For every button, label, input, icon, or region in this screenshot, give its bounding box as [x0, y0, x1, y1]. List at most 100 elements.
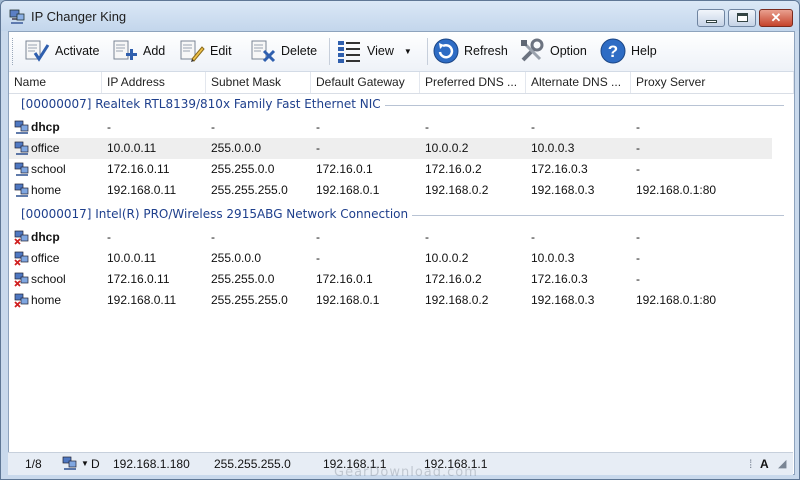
table-row[interactable]: dhcp - - - - - - [9, 227, 772, 248]
view-button[interactable]: View ▼ [335, 34, 412, 68]
adapter-name: [00000007] Realtek RTL8139/810x Family F… [21, 97, 385, 111]
help-button[interactable]: ? Help [599, 34, 657, 68]
column-subnet-mask[interactable]: Subnet Mask [206, 72, 311, 93]
preferred-dns: 172.16.0.2 [425, 272, 482, 286]
toolbar-separator [329, 38, 330, 65]
profile-position: 1/8 [25, 457, 42, 471]
subnet-mask: 255.255.255.0 [211, 293, 288, 307]
option-button[interactable]: Option [518, 34, 587, 68]
preferred-dns: - [425, 230, 429, 244]
font-size-button[interactable]: A [760, 457, 769, 471]
toolbar-grip[interactable] [12, 38, 16, 65]
toolbar-separator [427, 38, 428, 65]
status-bar: 1/8 ▼ D 192.168.1.180 255.255.255.0 192.… [8, 452, 793, 479]
default-gateway: - [316, 141, 320, 155]
disconnected-network-icon [14, 293, 29, 308]
adapter-name: [00000017] Intel(R) PRO/Wireless 2915ABG… [21, 207, 413, 221]
add-label: Add [143, 44, 166, 58]
adapter-group-header[interactable]: [00000017] Intel(R) PRO/Wireless 2915ABG… [9, 204, 794, 224]
view-list-icon [338, 41, 360, 63]
maximize-button[interactable] [728, 9, 756, 27]
title-bar[interactable]: IP Changer King ✕ [1, 1, 799, 31]
tools-icon [521, 38, 544, 62]
proxy-server: - [636, 141, 640, 155]
adapter-group-header[interactable]: [00000007] Realtek RTL8139/810x Family F… [9, 94, 794, 114]
refresh-label: Refresh [464, 44, 508, 58]
refresh-button[interactable]: Refresh [432, 34, 508, 68]
help-label: Help [631, 44, 657, 58]
default-gateway: 192.168.0.1 [316, 183, 380, 197]
alternate-dns: 10.0.0.3 [531, 141, 575, 155]
close-button[interactable]: ✕ [759, 9, 793, 27]
watermark: GearDownload.com [334, 465, 478, 480]
network-connection-icon [14, 120, 29, 134]
preferred-dns: 172.16.0.2 [425, 162, 482, 176]
table-row[interactable]: home 192.168.0.11 255.255.255.0 192.168.… [9, 180, 772, 201]
network-connection-icon [14, 162, 29, 176]
network-connection-icon [14, 183, 29, 197]
activate-label: Activate [55, 44, 100, 58]
ip-address: 172.16.0.11 [107, 272, 170, 286]
table-row[interactable]: school 172.16.0.11 255.255.0.0 172.16.0.… [9, 269, 772, 290]
edit-icon [180, 40, 205, 62]
client-area: Activate Add Edit Delete View ▼ Refresh … [8, 31, 795, 475]
alternate-dns: 10.0.0.3 [531, 251, 575, 265]
alternate-dns: 172.16.0.3 [531, 162, 588, 176]
network-connection-icon [14, 141, 29, 155]
status-divider-icon: ⁞ [749, 457, 753, 471]
preferred-dns: 192.168.0.2 [425, 293, 489, 307]
disconnected-network-icon [14, 230, 29, 245]
table-row[interactable]: office 10.0.0.11 255.0.0.0 - 10.0.0.2 10… [9, 248, 772, 269]
column-proxy-server[interactable]: Proxy Server [631, 72, 794, 93]
profile-name: home [31, 183, 62, 197]
profile-name: office [31, 251, 60, 265]
toolbar: Activate Add Edit Delete View ▼ Refresh … [9, 32, 794, 72]
column-alternate-dns[interactable]: Alternate DNS ... [526, 72, 631, 93]
close-icon: ✕ [770, 10, 782, 25]
column-ip-address[interactable]: IP Address [102, 72, 206, 93]
view-label: View [367, 44, 394, 58]
column-default-gateway[interactable]: Default Gateway [311, 72, 420, 93]
adapter-drive: D [91, 457, 100, 471]
adapter-dropdown-arrow-icon[interactable]: ▼ [81, 459, 89, 468]
subnet-mask: - [211, 120, 215, 134]
network-app-icon [9, 9, 25, 24]
alternate-dns: - [531, 120, 535, 134]
activate-button[interactable]: Activate [23, 34, 99, 68]
profile-name: school [31, 272, 66, 286]
table-row[interactable]: dhcp - - - - - - [9, 117, 772, 138]
table-row[interactable]: office 10.0.0.11 255.0.0.0 - 10.0.0.2 10… [9, 138, 772, 159]
edit-button[interactable]: Edit [178, 34, 232, 68]
minimize-button[interactable] [697, 9, 725, 27]
preferred-dns: 10.0.0.2 [425, 251, 469, 265]
column-preferred-dns[interactable]: Preferred DNS ... [420, 72, 526, 93]
window-title: IP Changer King [31, 9, 127, 24]
table-row[interactable]: school 172.16.0.11 255.255.0.0 172.16.0.… [9, 159, 772, 180]
activate-icon [25, 40, 50, 62]
delete-button[interactable]: Delete [249, 34, 317, 68]
alternate-dns: 172.16.0.3 [531, 272, 588, 286]
preferred-dns: 10.0.0.2 [425, 141, 469, 155]
column-name[interactable]: Name [9, 72, 102, 93]
resize-grip-icon[interactable]: ◢ [778, 457, 786, 470]
add-button[interactable]: Add [111, 34, 165, 68]
subnet-mask: 255.255.255.0 [211, 183, 288, 197]
profile-name: dhcp [31, 120, 60, 134]
delete-icon [251, 40, 276, 63]
network-adapter-icon[interactable] [62, 456, 78, 471]
refresh-icon [433, 38, 459, 64]
proxy-server: 192.168.0.1:80 [636, 293, 717, 307]
table-row[interactable]: home 192.168.0.11 255.255.255.0 192.168.… [9, 290, 772, 311]
default-gateway: - [316, 251, 320, 265]
proxy-server: - [636, 230, 640, 244]
subnet-mask: 255.255.0.0 [211, 162, 275, 176]
help-icon: ? [600, 38, 626, 64]
subnet-mask: 255.0.0.0 [211, 141, 262, 155]
preferred-dns: 192.168.0.2 [425, 183, 489, 197]
view-dropdown-arrow-icon[interactable]: ▼ [404, 47, 412, 56]
column-header: Name IP Address Subnet Mask Default Gate… [9, 72, 794, 94]
current-ip: 192.168.1.180 [113, 457, 190, 471]
default-gateway: 172.16.0.1 [316, 162, 373, 176]
proxy-server: 192.168.0.1:80 [636, 183, 717, 197]
ip-address: 10.0.0.11 [107, 251, 157, 265]
